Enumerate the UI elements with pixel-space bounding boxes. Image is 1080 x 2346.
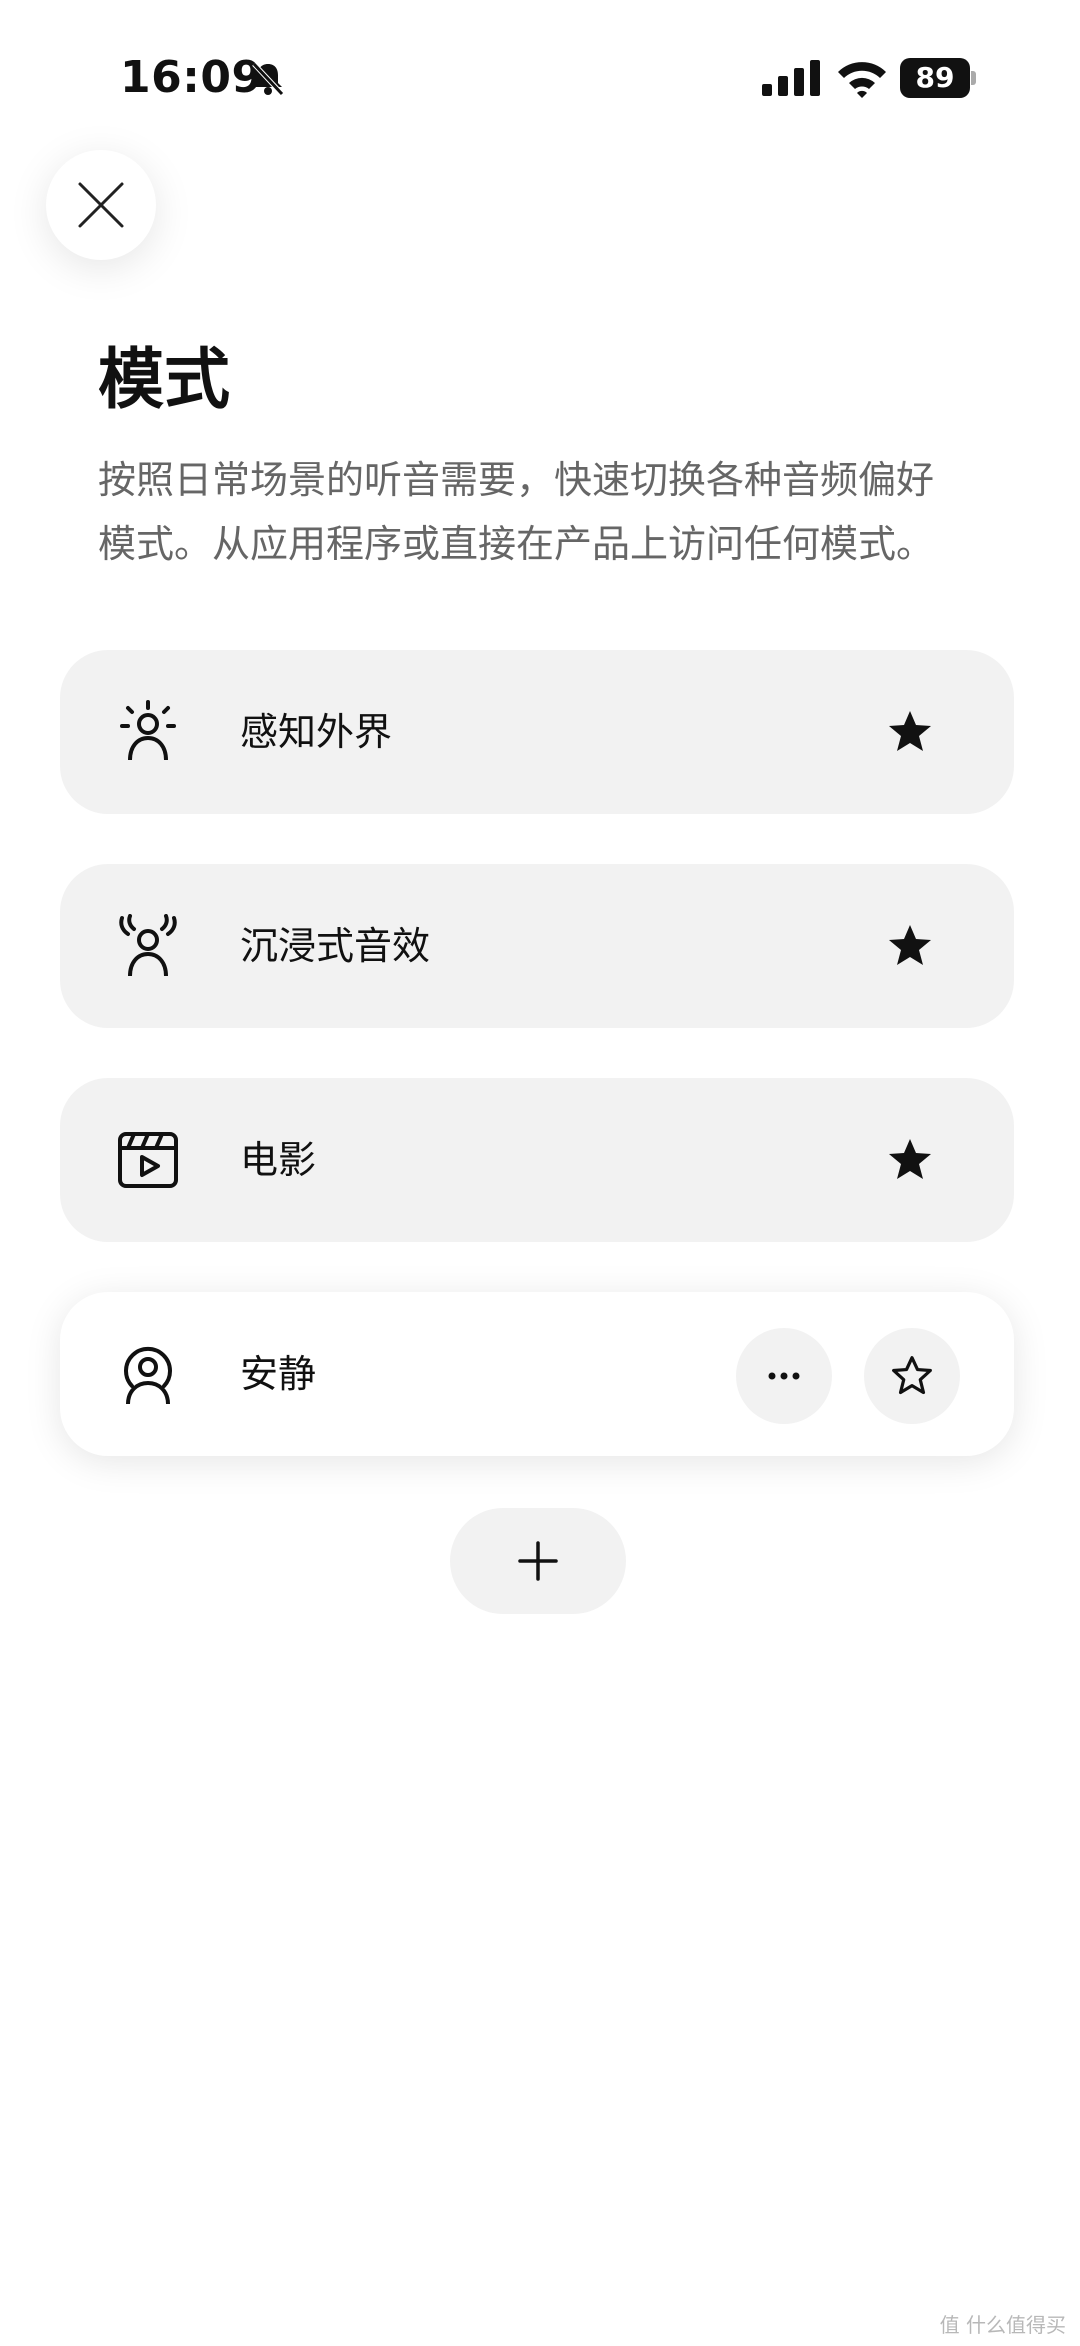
- aware-icon: [120, 700, 176, 761]
- mode-label: 电影: [240, 1138, 317, 1182]
- close-button[interactable]: [46, 150, 156, 260]
- quiet-icon: [124, 1346, 172, 1405]
- mode-card-immersive[interactable]: 沉浸式音效: [60, 864, 1014, 1028]
- modes-screen: 16:09 89 模式 按照日常场景的听音需要，快速切换各种音频偏好 模式。从应…: [0, 0, 1080, 2346]
- close-icon: [78, 182, 124, 228]
- page-description: 按照日常场景的听音需要，快速切换各种音频偏好 模式。从应用程序或直接在产品上访问…: [98, 448, 998, 576]
- signal-icon: [762, 60, 820, 96]
- wifi-icon: [838, 62, 886, 98]
- favorite-button[interactable]: [864, 1328, 960, 1424]
- mode-label: 感知外界: [240, 710, 393, 754]
- star-filled-icon[interactable]: [886, 708, 934, 756]
- more-icon: [768, 1372, 800, 1380]
- cinema-icon: [118, 1132, 178, 1188]
- mode-card-cinema[interactable]: 电影: [60, 1078, 1014, 1242]
- description-line-2: 模式。从应用程序或直接在产品上访问任何模式。: [98, 522, 935, 566]
- star-filled-icon[interactable]: [886, 1136, 934, 1184]
- immersive-icon: [119, 914, 177, 977]
- mode-card-aware[interactable]: 感知外界: [60, 650, 1014, 814]
- plus-icon: [518, 1541, 558, 1581]
- page-title: 模式: [98, 341, 230, 418]
- mode-label: 沉浸式音效: [240, 924, 431, 968]
- battery-cap: [971, 71, 976, 85]
- description-line-1: 按照日常场景的听音需要，快速切换各种音频偏好: [98, 458, 935, 502]
- star-filled-icon[interactable]: [886, 922, 934, 970]
- bell-slash-icon: [252, 62, 284, 96]
- watermark: 值 什么值得买: [939, 2313, 1066, 2337]
- star-outline-icon: [892, 1356, 932, 1395]
- status-time: 16:09: [120, 52, 263, 103]
- battery-level: 89: [900, 58, 970, 98]
- more-options-button[interactable]: [736, 1328, 832, 1424]
- mode-label: 安静: [240, 1352, 317, 1396]
- status-bar: 16:09 89: [0, 48, 1080, 112]
- add-mode-button[interactable]: [450, 1508, 626, 1614]
- mode-card-quiet[interactable]: 安静: [60, 1292, 1014, 1456]
- battery-icon: 89: [900, 58, 976, 98]
